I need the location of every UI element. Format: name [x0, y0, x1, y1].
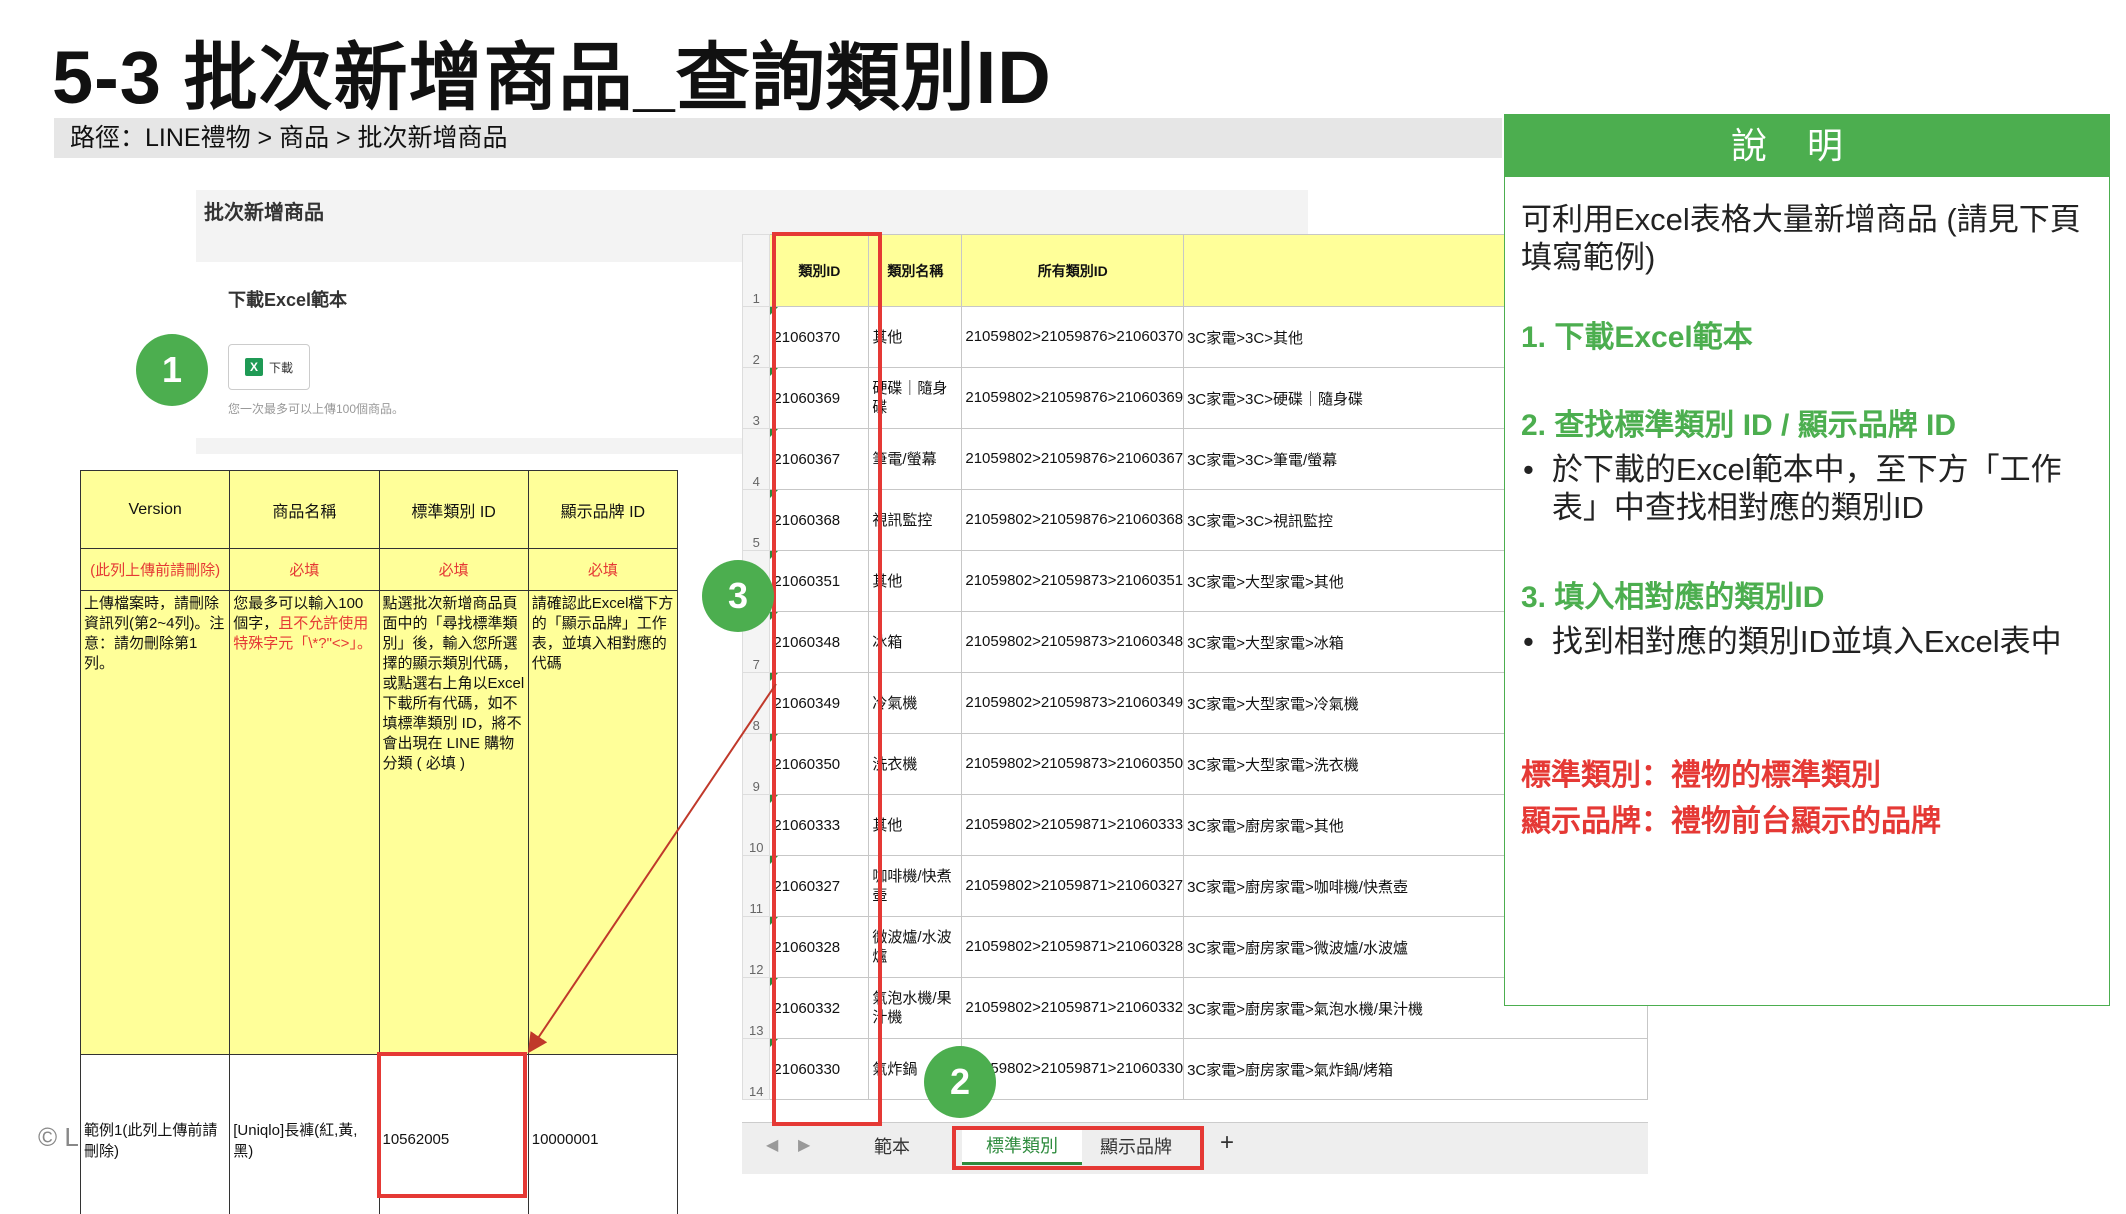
column-header-all-category-ids: 所有類別ID — [961, 234, 1185, 307]
note-display-brand: 顯示品牌：禮物前台顯示的品牌 — [1521, 805, 1941, 838]
category-name-cell[interactable]: 氣泡水機/果汁機 — [868, 977, 963, 1039]
breadcrumb: 路徑：LINE禮物 > 商品 > 批次新增商品 — [54, 118, 1502, 158]
step-2-text: 2. 查找標準類別 ID / 顯示品牌 ID — [1521, 409, 1957, 442]
next-sheet-icon[interactable]: ▶ — [798, 1135, 810, 1155]
template-header-std-category-id: 標準類別 ID — [378, 470, 529, 549]
category-name-cell[interactable]: 微波爐/水波爐 — [868, 916, 963, 978]
row-number: 9 — [742, 733, 771, 795]
row-number: 2 — [742, 306, 771, 368]
template-header-display-brand-id: 顯示品牌 ID — [527, 470, 679, 549]
category-path-cell[interactable]: 21059802>21059873>21060351 — [961, 550, 1185, 612]
template-header-version: Version — [79, 470, 231, 549]
template-example-product-name: [Uniqlo]長褲(紅,黃,黑) — [229, 1054, 380, 1214]
std-category-id-highlight — [377, 1052, 527, 1198]
upload-limit-note: 您一次最多可以上傳100個商品。 — [228, 402, 405, 416]
step-badge-2: 2 — [924, 1046, 996, 1118]
row-number: 4 — [742, 428, 771, 490]
step-badge-3: 3 — [702, 560, 774, 632]
explanation-panel: 說明 可利用Excel表格大量新增商品 (請見下頁填寫範例) 1. 下載Exce… — [1504, 114, 2110, 1006]
category-name-cell[interactable]: 洗衣機 — [868, 733, 963, 795]
template-required-cell: 必填 — [527, 548, 679, 591]
template-required-cell: 必填 — [378, 548, 529, 591]
row-number: 14 — [742, 1038, 771, 1100]
download-template-title: 下載Excel範本 — [228, 290, 348, 310]
row-number: 13 — [742, 977, 771, 1039]
category-path-cell[interactable]: 21059802>21059871>21060327 — [961, 855, 1185, 917]
slide-title: 5-3 批次新增商品_查詢類別ID — [52, 36, 1052, 119]
category-path-cell[interactable]: 21059802>21059876>21060369 — [961, 367, 1185, 429]
template-desc-display-brand: 請確認此Excel檔下方的「顯示品牌」工作表，並填入相對應的代碼 — [527, 590, 679, 1055]
category-id-column-highlight — [772, 232, 882, 1126]
tab-sample[interactable]: 範本 — [874, 1133, 910, 1159]
template-required-cell: (此列上傳前請刪除) — [79, 548, 231, 591]
category-path-cell[interactable]: 21059802>21059871>21060333 — [961, 794, 1185, 856]
category-name-cell[interactable]: 筆電/螢幕 — [868, 428, 963, 490]
column-header-category-name: 類別名稱 — [868, 234, 963, 307]
category-path-cell[interactable]: 21059802>21059871>21060330 — [961, 1038, 1185, 1100]
download-template-card: 下載Excel範本 X 下載 您一次最多可以上傳100個商品。 — [196, 262, 744, 438]
template-desc-version: 上傳檔案時，請刪除資訊列(第2~4列)。注意：請勿刪除第1列。 — [79, 590, 231, 1055]
template-example-version: 範例1(此列上傳前請刪除) — [79, 1054, 231, 1214]
category-path-cell[interactable]: 21059802>21059871>21060332 — [961, 977, 1185, 1039]
explanation-header: 說明 — [1505, 115, 2109, 177]
row-number: 5 — [742, 489, 771, 551]
step-1-text: 1. 下載Excel範本 — [1521, 321, 1753, 354]
row-number: 1 — [742, 234, 771, 307]
category-path-cell[interactable]: 21059802>21059873>21060348 — [961, 611, 1185, 673]
step-3-text: 3. 填入相對應的類別ID — [1521, 581, 1825, 614]
category-path-cell[interactable]: 21059802>21059876>21060370 — [961, 306, 1185, 368]
template-required-cell: 必填 — [229, 548, 380, 591]
category-name-cell[interactable]: 冷氣機 — [868, 672, 963, 734]
note-standard-category: 標準類別：禮物的標準類別 — [1521, 759, 1881, 792]
template-desc-product-name: 您最多可以輸入100個字，且不允許使用特殊字元「\*?"<>」。 — [229, 590, 380, 1055]
category-name-cell[interactable]: 其他 — [868, 794, 963, 856]
category-name-cell[interactable]: 咖啡機/快煮壺 — [868, 855, 963, 917]
bullet-icon: • — [1523, 452, 1534, 487]
category-name-cell[interactable]: 其他 — [868, 550, 963, 612]
upload-panel-title: 批次新增商品 — [204, 202, 324, 224]
category-name-cell[interactable]: 硬碟｜隨身碟 — [868, 367, 963, 429]
category-path-cell[interactable]: 21059802>21059876>21060367 — [961, 428, 1185, 490]
template-example-display-brand-id: 10000001 — [527, 1054, 679, 1214]
template-header-product-name: 商品名稱 — [229, 470, 380, 549]
row-number: 12 — [742, 916, 771, 978]
row-number: 11 — [742, 855, 771, 917]
excel-icon: X — [244, 358, 263, 376]
explanation-intro: 可利用Excel表格大量新增商品 (請見下頁填寫範例) — [1521, 202, 2081, 275]
prev-sheet-icon[interactable]: ◀ — [766, 1135, 778, 1155]
step-2-bullet: 於下載的Excel範本中，至下方「工作表」中查找相對應的類別ID — [1551, 452, 2062, 525]
template-desc-std-category: 點選批次新增商品頁面中的「尋找標準類別」後，輸入您所選擇的顯示類別代碼，或點選右… — [378, 590, 529, 1055]
category-name-cell[interactable]: 視訊監控 — [868, 489, 963, 551]
add-sheet-icon[interactable]: + — [1220, 1129, 1234, 1157]
category-name-cell[interactable]: 其他 — [868, 306, 963, 368]
category-path-cell[interactable]: 21059802>21059873>21060349 — [961, 672, 1185, 734]
row-number: 3 — [742, 367, 771, 429]
copyright-mark: © L — [38, 1122, 79, 1152]
step-3-bullet: 找到相對應的類別ID並填入Excel表中 — [1551, 624, 2062, 659]
download-button-label: 下載 — [268, 360, 293, 375]
row-number: 10 — [742, 794, 771, 856]
row-number: 8 — [742, 672, 771, 734]
category-path-cell[interactable]: 21059802>21059876>21060368 — [961, 489, 1185, 551]
bullet-icon: • — [1523, 624, 1534, 659]
sheet-tabs-highlight — [952, 1126, 1204, 1170]
category-full-name-cell[interactable]: 3C家電>廚房家電>氣炸鍋/烤箱 — [1183, 1038, 1648, 1100]
category-path-cell[interactable]: 21059802>21059871>21060328 — [961, 916, 1185, 978]
category-path-cell[interactable]: 21059802>21059873>21060350 — [961, 733, 1185, 795]
download-button[interactable]: X 下載 — [228, 344, 310, 390]
category-name-cell[interactable]: 冰箱 — [868, 611, 963, 673]
step-badge-1: 1 — [136, 334, 208, 406]
